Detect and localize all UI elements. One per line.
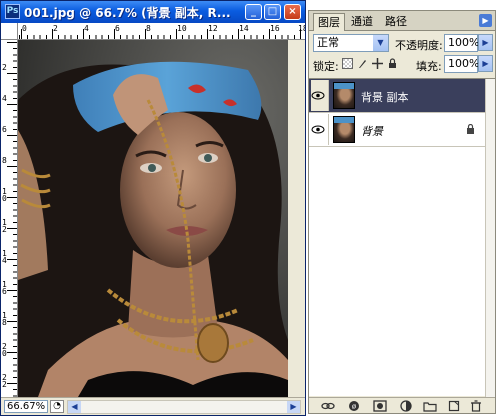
fill-input[interactable]: 100% [444, 55, 479, 73]
status-bar: 66.67% ◔ ◀ ▶ [1, 397, 305, 415]
lock-transparency-icon[interactable] [342, 58, 353, 69]
fill-slider-button[interactable]: ▶ [478, 55, 493, 72]
eye-icon[interactable] [311, 114, 329, 145]
document-titlebar[interactable]: Ps 001.jpg @ 66.7% (背景 副本, R... _ □ × [1, 1, 305, 23]
lock-all-icon[interactable] [387, 58, 398, 69]
trash-icon[interactable] [469, 400, 483, 412]
ruler-label: 8 [146, 24, 151, 33]
minimize-button[interactable]: _ [245, 4, 262, 20]
ruler-label: 6 [115, 24, 120, 33]
ruler-label: 22 [2, 373, 7, 389]
ruler-label: 16 [2, 280, 7, 296]
blend-mode-select[interactable]: 正常 ▼ [313, 34, 389, 52]
scroll-right-icon[interactable]: ▶ [287, 401, 300, 413]
ruler-label: 16 [270, 24, 280, 33]
document-title: 001.jpg @ 66.7% (背景 副本, R... [24, 6, 231, 20]
lock-image-icon[interactable] [357, 58, 368, 69]
layer-thumbnail[interactable] [333, 82, 355, 109]
zoom-level-field[interactable]: 66.67% [4, 400, 48, 413]
ruler-label: 2 [2, 63, 7, 72]
layers-list-scrollbar[interactable] [485, 79, 495, 397]
opacity-label: 不透明度: [395, 39, 443, 52]
horizontal-scrollbar[interactable]: ◀ ▶ [67, 400, 301, 414]
close-button[interactable]: × [284, 4, 301, 20]
blend-mode-value: 正常 [317, 36, 339, 49]
navigator-icon[interactable]: ◔ [50, 400, 64, 413]
layers-footer-toolbar: ø [309, 397, 495, 413]
mask-icon[interactable] [373, 400, 387, 412]
new-layer-icon[interactable] [447, 400, 461, 412]
tab-paths[interactable]: 路径 [381, 13, 411, 31]
fill-label: 填充: [416, 60, 442, 73]
adjustment-icon[interactable] [399, 400, 413, 412]
layer-thumbnail[interactable] [333, 116, 355, 143]
layers-list: 背景 副本 背景 [309, 78, 495, 397]
ruler-label: 4 [84, 24, 89, 33]
ruler-label: 18 [2, 311, 7, 327]
lock-label: 锁定: [313, 60, 339, 73]
layer-name[interactable]: 背景 副本 [361, 89, 409, 105]
lock-position-icon[interactable] [372, 58, 383, 69]
palette-tab-strip: 图层 通道 路径 ▶ [309, 11, 495, 31]
ruler-label: 6 [2, 125, 7, 134]
fx-icon[interactable]: ø [347, 400, 361, 412]
image-canvas[interactable] [18, 40, 288, 397]
ruler-label: 10 [177, 24, 187, 33]
vertical-scrollbar[interactable] [288, 40, 305, 397]
tab-channels[interactable]: 通道 [347, 13, 377, 31]
opacity-input[interactable]: 100% [444, 34, 479, 52]
ruler-label: 12 [208, 24, 218, 33]
lock-icon [466, 124, 475, 134]
layer-row-background-copy[interactable]: 背景 副本 [309, 79, 485, 113]
ruler-label: 18 [298, 24, 305, 33]
link-icon[interactable] [321, 400, 335, 412]
chevron-down-icon[interactable]: ▼ [373, 35, 388, 51]
ruler-label: 14 [239, 24, 249, 33]
palette-menu-icon[interactable]: ▶ [479, 14, 492, 27]
photoshop-app-icon: Ps [5, 4, 20, 19]
folder-icon[interactable] [423, 400, 437, 412]
ruler-label: 14 [2, 249, 7, 265]
ruler-label: 20 [2, 342, 7, 358]
horizontal-ruler[interactable]: 0 2 4 6 8 10 12 14 16 18 [18, 23, 305, 40]
scroll-left-icon[interactable]: ◀ [68, 401, 81, 413]
document-window: Ps 001.jpg @ 66.7% (背景 副本, R... _ □ × 0 … [0, 0, 306, 416]
tab-layers[interactable]: 图层 [313, 13, 345, 31]
layers-palette: 图层 通道 路径 ▶ 正常 ▼ 不透明度: 100% ▶ 锁定: 填充: 100… [308, 10, 496, 414]
ruler-label: 0 [22, 24, 27, 33]
ruler-label: 12 [2, 218, 7, 234]
svg-text:ø: ø [352, 403, 357, 411]
ruler-origin[interactable] [1, 23, 18, 40]
ruler-label: 10 [2, 187, 7, 203]
opacity-slider-button[interactable]: ▶ [478, 34, 493, 51]
maximize-button[interactable]: □ [264, 4, 281, 20]
ruler-label: 2 [53, 24, 58, 33]
vertical-ruler[interactable]: 2 4 6 8 10 12 14 16 18 20 22 [1, 40, 18, 397]
eye-icon[interactable] [311, 80, 329, 111]
portrait-photo [18, 40, 288, 397]
layer-row-background[interactable]: 背景 [309, 113, 485, 147]
layer-name[interactable]: 背景 [361, 123, 383, 139]
ruler-label: 4 [2, 94, 7, 103]
ruler-label: 8 [2, 156, 7, 165]
